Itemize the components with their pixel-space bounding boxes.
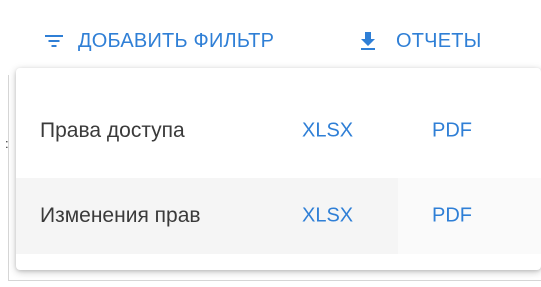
background-separator: : xyxy=(5,136,9,151)
background-panel-edge xyxy=(8,75,9,280)
pdf-link[interactable]: PDF xyxy=(432,120,472,143)
xlsx-link[interactable]: XLSX xyxy=(302,205,353,228)
xlsx-link[interactable]: XLSX xyxy=(302,120,353,143)
filter-list-icon xyxy=(42,29,66,53)
menu-item-label: Права доступа xyxy=(40,119,185,142)
background-panel-bottom-edge xyxy=(8,280,541,281)
menu-item-label: Изменения прав xyxy=(40,204,201,227)
menu-item-rights-changes: Изменения прав XLSX PDF xyxy=(16,178,541,254)
download-icon xyxy=(356,29,380,53)
toolbar: ДОБАВИТЬ ФИЛЬТР ОТЧЕТЫ xyxy=(0,0,541,68)
reports-dropdown-menu: Права доступа XLSX PDF Изменения прав XL… xyxy=(16,68,541,270)
add-filter-label: ДОБАВИТЬ ФИЛЬТР xyxy=(78,29,275,52)
menu-item-access-rights: Права доступа XLSX PDF xyxy=(16,96,541,166)
reports-button[interactable]: ОТЧЕТЫ xyxy=(356,26,482,56)
page: ДОБАВИТЬ ФИЛЬТР ОТЧЕТЫ : Права доступа X… xyxy=(0,0,541,287)
pdf-link[interactable]: PDF xyxy=(432,205,472,228)
add-filter-button[interactable]: ДОБАВИТЬ ФИЛЬТР xyxy=(42,26,274,56)
reports-label: ОТЧЕТЫ xyxy=(396,29,482,52)
